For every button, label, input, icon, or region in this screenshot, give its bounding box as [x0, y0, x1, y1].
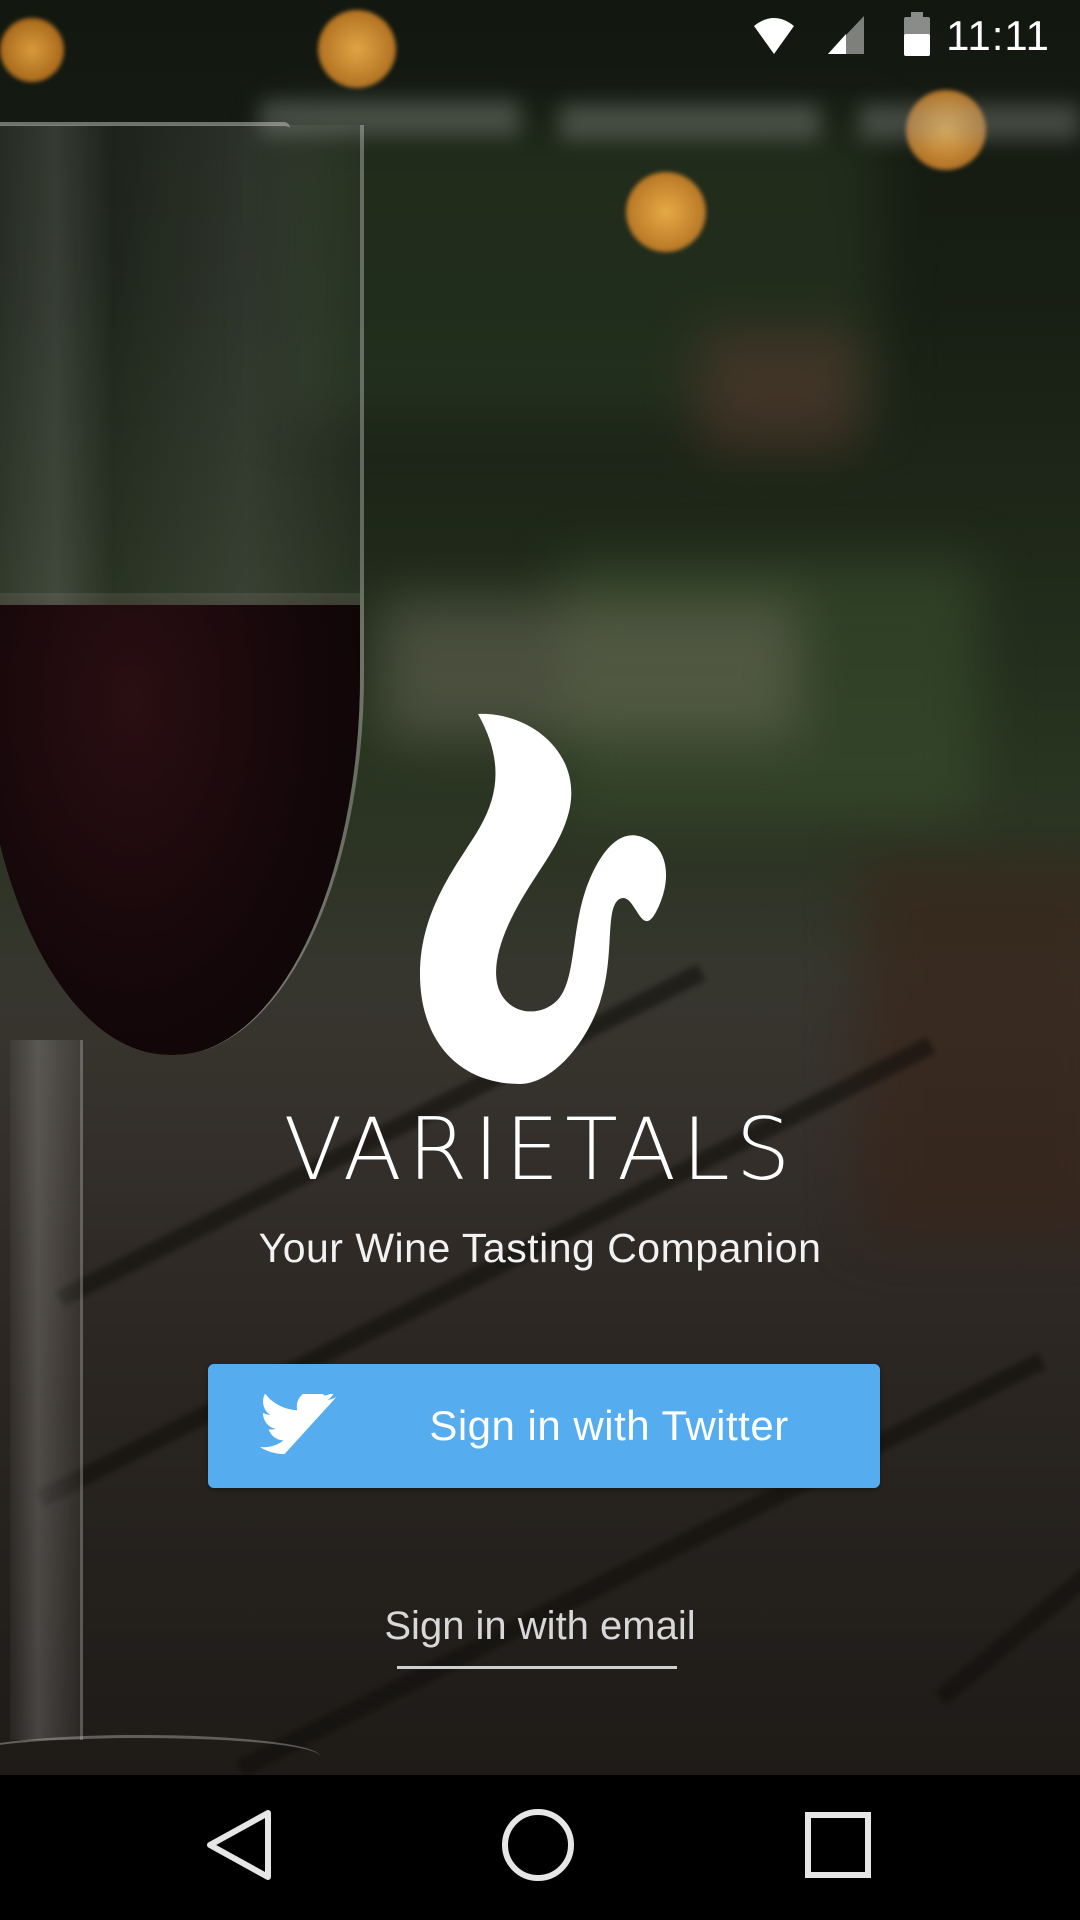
app-title: VARIETALS	[283, 1100, 797, 1200]
wifi-icon	[754, 18, 794, 54]
twitter-button-label: Sign in with Twitter	[429, 1402, 789, 1449]
email-link-underline	[397, 1666, 677, 1669]
sign-in-with-email-link[interactable]: Sign in with email	[380, 1598, 700, 1670]
sign-in-with-twitter-button[interactable]: Sign in with Twitter	[208, 1364, 880, 1488]
app-tagline: Your Wine Tasting Companion	[258, 1225, 822, 1271]
varietals-wine-drop-logo-icon	[420, 713, 667, 1084]
wine-glass	[0, 125, 364, 1055]
navigation-bar	[0, 1775, 1080, 1920]
back-icon[interactable]	[180, 1795, 300, 1895]
status-time: 11:11	[946, 12, 1050, 59]
cell-signal-icon	[828, 16, 864, 54]
wine-glass-base	[0, 1735, 320, 1775]
wine-glass-rim	[0, 122, 290, 142]
twitter-bird-icon	[259, 1394, 337, 1455]
email-link-label: Sign in with email	[384, 1604, 696, 1648]
battery-icon	[904, 12, 930, 56]
recents-icon[interactable]	[778, 1795, 898, 1895]
login-screen: 11:11 VARIETALS Your Wine Tasting Compan…	[0, 0, 1080, 1920]
home-icon[interactable]	[478, 1795, 598, 1895]
status-bar: 11:11	[0, 0, 1080, 72]
